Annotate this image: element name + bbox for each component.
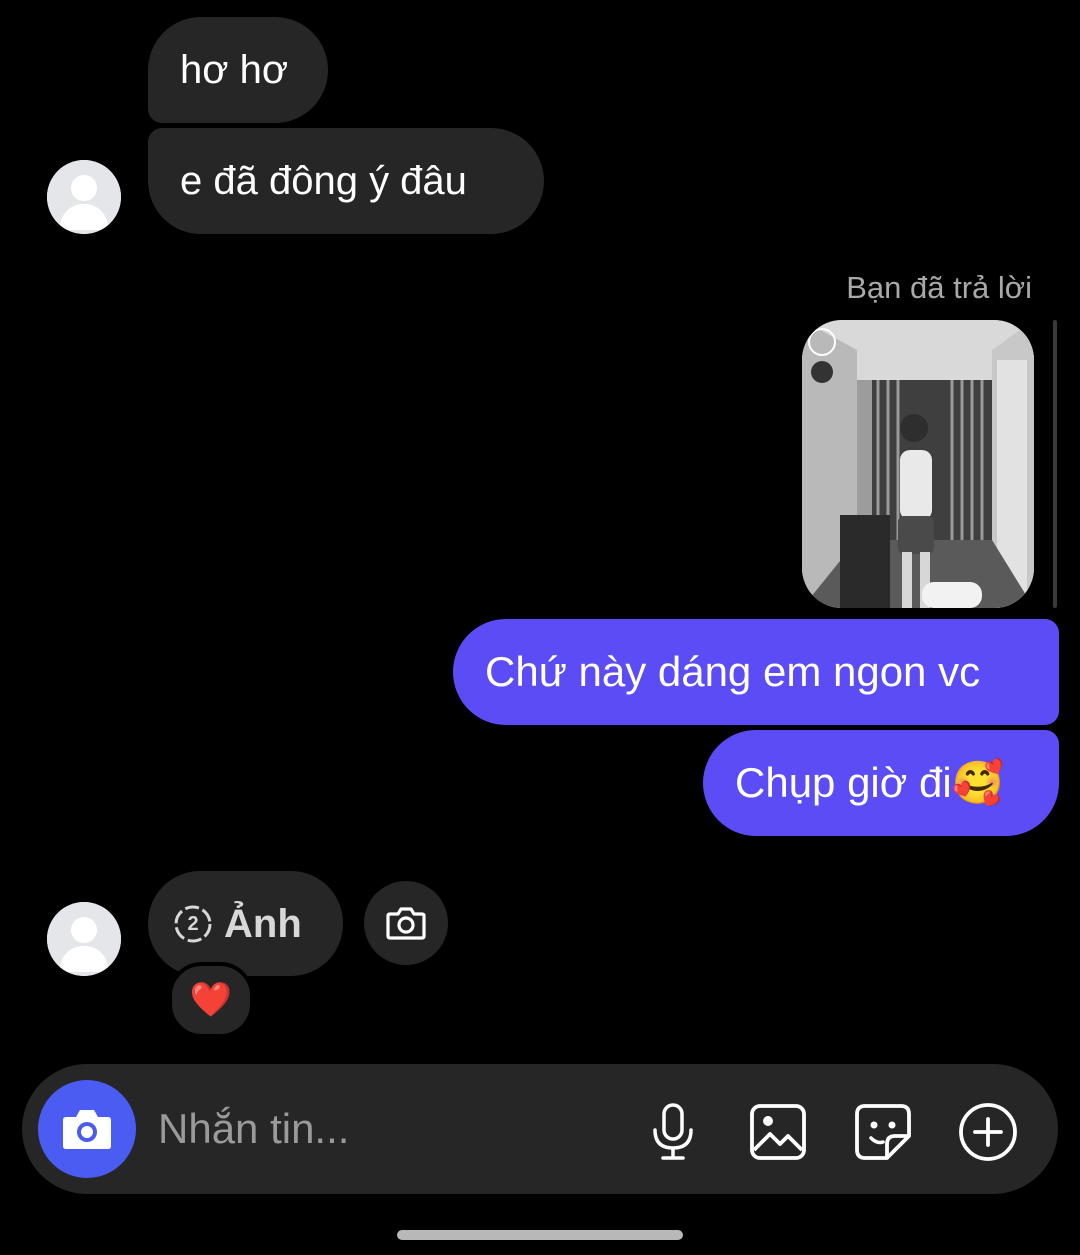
camera-icon	[63, 1110, 111, 1149]
sender-avatar[interactable]	[47, 160, 121, 234]
gallery-button[interactable]	[746, 1100, 810, 1164]
more-options-button[interactable]	[956, 1100, 1020, 1164]
incoming-message-bubble[interactable]: hơ hơ	[148, 17, 328, 123]
gallery-icon	[750, 1104, 806, 1160]
message-text: Chứ này dáng em ngon vc	[485, 648, 981, 695]
outgoing-message-bubble[interactable]: Chụp giờ đi🥰	[703, 730, 1059, 836]
camera-button[interactable]	[38, 1080, 136, 1178]
incoming-message-bubble[interactable]: e đã đông ý đâu	[148, 128, 544, 234]
default-avatar-icon	[47, 160, 121, 234]
outgoing-message-bubble[interactable]: Chứ này dáng em ngon vc	[453, 619, 1059, 725]
heart-reaction: ❤️	[189, 981, 233, 1019]
message-input[interactable]	[158, 1096, 618, 1162]
home-indicator[interactable]	[397, 1230, 683, 1240]
default-avatar-icon	[47, 902, 121, 976]
microphone-button[interactable]	[641, 1100, 705, 1164]
sender-avatar[interactable]	[47, 902, 121, 976]
view-once-icon: 2	[172, 903, 214, 945]
view-once-label: Ảnh	[224, 901, 302, 946]
message-text: hơ hơ	[180, 48, 289, 92]
sticker-button[interactable]	[851, 1100, 915, 1164]
plus-circle-icon	[959, 1103, 1017, 1161]
camera-reply-button[interactable]	[364, 881, 448, 965]
message-text: Chụp giờ đi🥰	[735, 758, 1004, 806]
view-once-count: 2	[187, 912, 199, 935]
reply-indicator-bar	[1053, 320, 1057, 608]
camera-icon	[386, 907, 426, 940]
view-once-photo-bubble[interactable]: 2 Ảnh	[148, 871, 343, 976]
message-text: e đã đông ý đâu	[180, 159, 467, 203]
reaction-badge[interactable]: ❤️	[168, 962, 254, 1038]
replied-photo[interactable]	[802, 320, 1034, 608]
microphone-icon	[653, 1103, 693, 1160]
reply-label: Bạn đã trả lời	[846, 270, 1032, 305]
sticker-icon	[855, 1104, 911, 1160]
photo-image	[802, 320, 1034, 608]
